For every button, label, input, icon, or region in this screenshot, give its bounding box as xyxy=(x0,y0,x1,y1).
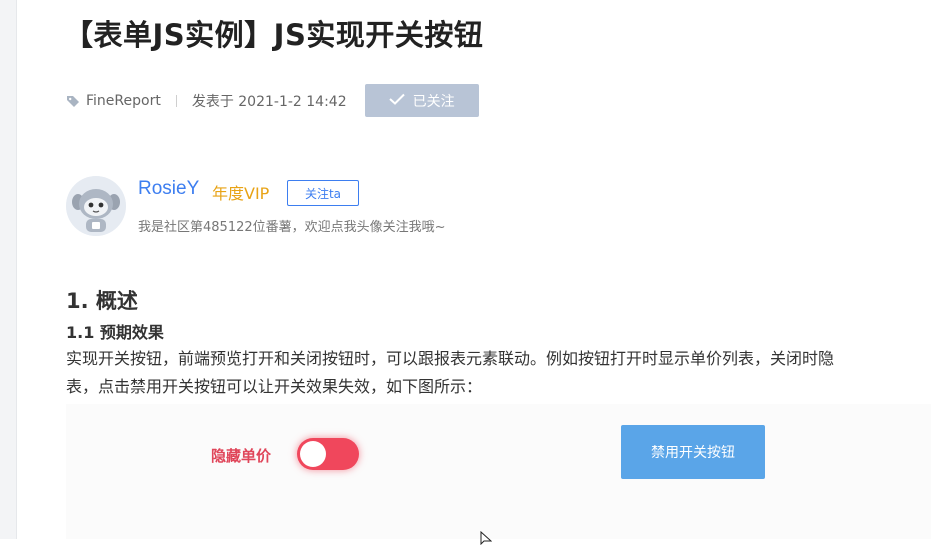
followed-button[interactable]: 已关注 xyxy=(364,84,479,117)
paragraph-line: 实现开关按钮，前端预览打开和关闭按钮时，可以跟报表元素联动。例如按钮打开时显示单… xyxy=(66,349,835,368)
mouse-cursor-icon xyxy=(480,530,493,549)
article-title: 【表单JS实例】JS实现开关按钮 xyxy=(64,18,484,52)
toggle-knob[interactable] xyxy=(300,441,326,467)
disable-toggle-button[interactable]: 禁用开关按钮 xyxy=(621,425,765,479)
follow-author-button[interactable]: 关注ta xyxy=(287,180,359,206)
category-link[interactable]: FineReport xyxy=(86,93,161,109)
author-name[interactable]: RosieY xyxy=(138,178,199,200)
publish-time: 发表于 2021-1-2 14:42 xyxy=(191,93,347,110)
avatar[interactable] xyxy=(66,176,126,236)
toggle-label: 隐藏单价 xyxy=(211,447,272,465)
left-rail xyxy=(0,0,17,539)
section-heading: 1. 概述 xyxy=(66,289,138,313)
demo-image: 隐藏单价 禁用开关按钮 xyxy=(66,404,931,546)
subsection-heading: 1.1 预期效果 xyxy=(66,323,164,342)
followed-label: 已关注 xyxy=(412,93,455,110)
check-icon xyxy=(388,93,405,109)
tag-icon xyxy=(66,94,80,108)
author-bio: 我是社区第485122位番薯，欢迎点我头像关注我哦~ xyxy=(138,220,446,235)
vip-badge: 年度VIP xyxy=(212,184,270,203)
article-meta: FineReport 发表于 2021-1-2 14:42 已关注 xyxy=(66,84,479,117)
paragraph-line: 表，点击禁用开关按钮可以让开关效果失效，如下图所示： xyxy=(66,377,483,396)
meta-divider xyxy=(175,94,177,107)
toggle-switch[interactable] xyxy=(297,438,359,470)
intro-paragraph: 实现开关按钮，前端预览打开和关闭按钮时，可以跟报表元素联动。例如按钮打开时显示单… xyxy=(66,345,931,401)
